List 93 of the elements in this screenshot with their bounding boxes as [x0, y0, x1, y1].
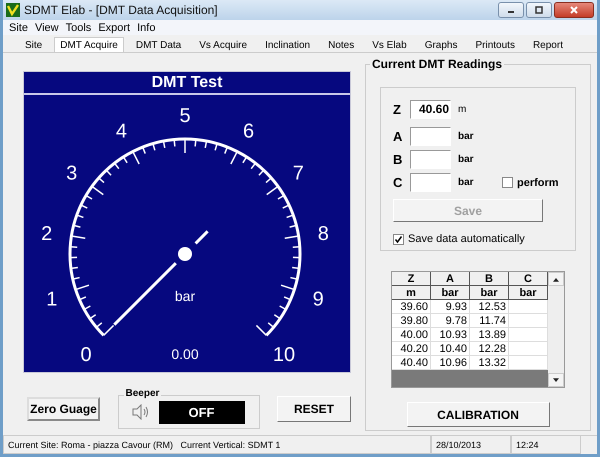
scale-label: 4 [116, 120, 127, 142]
checkbox-label: perform [517, 176, 559, 188]
tab[interactable]: Graphs [418, 37, 464, 52]
scroll-up-icon[interactable] [553, 276, 559, 282]
table-cell: 40.40 [392, 356, 431, 370]
scale-label: 3 [66, 162, 78, 185]
unit-label: bar [458, 131, 475, 142]
gauge-title: DMT Test [24, 72, 350, 95]
scale-label: 0 [80, 344, 92, 366]
table-cell: 13.32 [470, 356, 509, 370]
table-cell: 13.89 [470, 328, 509, 342]
reset-button[interactable]: RESET [277, 396, 351, 422]
maximize-button[interactable] [526, 2, 552, 18]
close-icon [569, 5, 579, 15]
unit-label: bar [458, 177, 475, 188]
menu-item[interactable]: View [34, 22, 59, 34]
scroll-down-icon[interactable] [553, 378, 559, 382]
column-header: Z [392, 272, 431, 286]
input-field[interactable] [410, 127, 451, 146]
menu-item[interactable]: Export [98, 22, 130, 34]
window-title: SDMT Elab - [DMT Data Acquisition] [24, 3, 218, 17]
status-date: 28/10/2013 [431, 436, 511, 454]
column-unit: bar [470, 286, 509, 300]
unit-label: m [458, 104, 468, 115]
column-header: C [509, 272, 548, 286]
input-field[interactable]: 40.60 [410, 100, 451, 119]
column-unit: bar [431, 286, 470, 300]
scrollbar[interactable] [548, 272, 564, 387]
checkbox[interactable] [393, 234, 404, 244]
beeper-status: OFF [158, 400, 244, 424]
tab[interactable]: Vs Acquire [193, 37, 254, 52]
app-logo-icon [6, 3, 20, 17]
scale-label: 9 [312, 288, 324, 310]
checkbox[interactable] [502, 177, 513, 188]
table-cell [509, 342, 548, 356]
menu-item[interactable]: Info [137, 22, 156, 34]
scale-label: 8 [318, 223, 329, 246]
table-cell: 12.53 [470, 300, 509, 314]
close-button[interactable] [554, 2, 594, 18]
table-cell: 9.93 [431, 300, 470, 314]
table-cell [509, 356, 548, 370]
input-field[interactable] [410, 150, 451, 169]
scale-label: 2 [41, 223, 52, 246]
unit-label: bar [458, 154, 475, 165]
field-label: B [393, 152, 404, 167]
table-cell: 10.96 [431, 356, 470, 370]
table-cell: 39.80 [392, 314, 431, 328]
input-field[interactable] [410, 173, 451, 192]
scale-label: 6 [243, 120, 254, 142]
calibration-button[interactable]: CALIBRATION [406, 402, 550, 427]
field-label: A [393, 129, 404, 144]
table-cell: 12.28 [470, 342, 509, 356]
column-unit: m [392, 286, 431, 300]
checkbox-label: Save data automatically [408, 233, 525, 245]
tab[interactable]: Printouts [469, 37, 521, 52]
table-cell: 39.60 [392, 300, 431, 314]
tab[interactable]: Inclination [259, 37, 316, 52]
column-header: A [431, 272, 470, 286]
group-title: Current DMT Readings [370, 57, 504, 71]
tab[interactable]: Vs Elab [366, 37, 413, 52]
column-header: B [470, 272, 509, 286]
table-cell [509, 328, 548, 342]
gauge-unit: bar [174, 288, 196, 304]
column-unit: bar [509, 286, 548, 300]
tab[interactable]: Notes [322, 37, 360, 52]
table-cell: 9.78 [431, 314, 470, 328]
field-label: C [393, 175, 404, 190]
menu-item[interactable]: Site [9, 22, 28, 34]
scale-label: 10 [272, 344, 296, 366]
field-label: Z [393, 102, 402, 117]
table-cell [509, 314, 548, 328]
tab[interactable]: DMT Acquire [54, 37, 124, 52]
tab[interactable]: DMT Data [130, 37, 188, 52]
scale-label: 1 [46, 288, 58, 310]
table-cell [509, 300, 548, 314]
table-cell: 10.93 [431, 328, 470, 342]
speaker-icon[interactable] [130, 404, 148, 420]
gauge-reading: 0.00 [171, 346, 199, 362]
table-cell: 40.20 [392, 342, 431, 356]
scale-label: 5 [179, 105, 191, 127]
group-label: Beeper [124, 388, 162, 399]
maximize-icon [534, 5, 544, 15]
tab[interactable]: Site [19, 37, 48, 52]
zero-gauge-button[interactable]: Zero Guage [27, 397, 100, 421]
menu-item[interactable]: Tools [66, 22, 92, 34]
table-cell: 11.74 [470, 314, 509, 328]
tab[interactable]: Report [526, 37, 569, 52]
scale-label: 7 [292, 162, 304, 185]
minimize-button[interactable] [498, 2, 524, 18]
status-text: Current Site: Roma - piazza Cavour (RM) Current Vertical: SDMT 1 [3, 436, 431, 454]
table-cell: 40.00 [392, 328, 431, 342]
status-time: 12:24 [511, 436, 581, 454]
table-cell: 10.40 [431, 342, 470, 356]
